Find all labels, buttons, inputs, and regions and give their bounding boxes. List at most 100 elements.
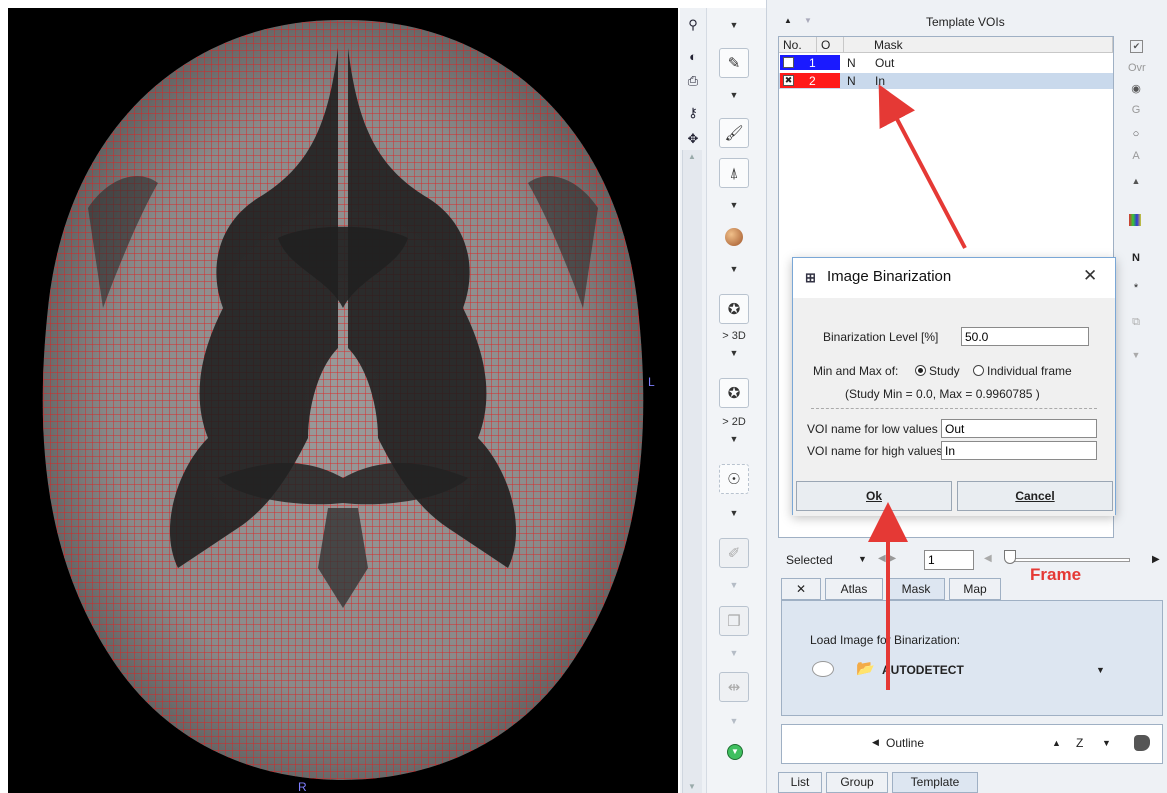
row-no: 1 xyxy=(809,56,816,70)
vertical-scrollbar[interactable]: ▲ ▼ xyxy=(682,150,702,793)
crosshair-icon[interactable]: ✥ xyxy=(684,130,702,148)
eraser-tool-button[interactable]: ✐ xyxy=(719,538,749,568)
radio-individual-frame[interactable]: Individual frame xyxy=(973,364,1072,378)
eraser-icon: ✐ xyxy=(727,545,741,562)
table-row[interactable]: ✖ 2 N In xyxy=(779,73,1113,89)
2d-voi-icon: ✪ xyxy=(727,385,741,402)
high-values-label: VOI name for high values xyxy=(807,444,943,458)
row-checkbox[interactable]: ✖ xyxy=(783,75,794,86)
low-values-label: VOI name for low values xyxy=(807,422,938,436)
voi-table-title: Template VOIs xyxy=(926,15,1005,29)
ovr-label: Ovr xyxy=(1128,62,1146,74)
frame-slider-thumb[interactable] xyxy=(1004,550,1016,564)
3d-shape-icon[interactable] xyxy=(1134,735,1150,751)
region-tool-button[interactable]: ⍋ xyxy=(719,158,749,188)
low-values-input[interactable] xyxy=(941,419,1097,438)
3d-voi-icon: ✪ xyxy=(727,301,741,318)
row-o: N xyxy=(847,56,856,70)
apply-icon[interactable]: ▼ xyxy=(727,744,743,760)
contrast-icon[interactable]: ◐ xyxy=(684,48,702,66)
chevron-down-icon[interactable]: ▼ xyxy=(858,554,867,564)
move-down-icon[interactable]: ▼ xyxy=(1128,350,1144,360)
3d-voi-button[interactable]: ✪ xyxy=(719,294,749,324)
dialog-titlebar[interactable]: ⊞ Image Binarization ✕ xyxy=(793,258,1115,298)
slider-right-icon[interactable]: ▶ xyxy=(1152,554,1160,565)
radio-ovr-icon[interactable]: ◉ xyxy=(1128,82,1144,95)
radio-g-icon[interactable]: ○ xyxy=(1128,128,1144,140)
cube-tool-button[interactable]: ❒ xyxy=(719,606,749,636)
row-name[interactable]: Out xyxy=(875,55,894,71)
collapse-up-icon[interactable]: ▲ xyxy=(784,16,792,25)
chevron-down-icon[interactable]: ▼ xyxy=(729,200,739,210)
cancel-button[interactable]: Cancel xyxy=(957,481,1113,511)
tab-map[interactable]: Map xyxy=(949,578,1001,600)
prev-frame-icon[interactable]: ◀ ▶ xyxy=(878,553,896,564)
column-header-mask[interactable]: Mask xyxy=(844,37,1113,53)
axis-label[interactable]: Z xyxy=(1076,736,1083,750)
load-image-label: Load Image for Binarization: xyxy=(810,633,961,647)
image-viewport[interactable]: L R xyxy=(8,8,678,793)
row-name[interactable]: In xyxy=(875,73,885,89)
binarization-level-input[interactable] xyxy=(961,327,1089,346)
scroll-up-icon[interactable]: ▲ xyxy=(688,152,696,161)
cloud-icon[interactable] xyxy=(812,661,834,677)
selected-label[interactable]: Selected xyxy=(786,553,833,567)
tab-group[interactable]: Group xyxy=(826,772,888,793)
print-icon[interactable]: ⎙ xyxy=(684,72,702,90)
overlay-checkbox[interactable]: ✔ xyxy=(1130,40,1143,53)
row-no: 2 xyxy=(809,74,816,88)
radio-study[interactable]: Study xyxy=(915,364,960,378)
chevron-down-icon[interactable]: ▼ xyxy=(729,716,739,726)
slider-left-icon[interactable]: ◀ xyxy=(984,553,992,564)
tab-mask[interactable]: Mask xyxy=(887,578,945,600)
key-icon[interactable]: ⚷ xyxy=(684,104,702,122)
collapse-down-icon[interactable]: ▼ xyxy=(804,16,812,25)
high-values-input[interactable] xyxy=(941,441,1097,460)
outline-label[interactable]: Outline xyxy=(886,736,924,750)
close-icon[interactable]: ✕ xyxy=(1083,266,1097,286)
n-label[interactable]: N xyxy=(1128,252,1144,264)
column-header-no[interactable]: No. xyxy=(779,37,817,53)
tab-atlas[interactable]: Atlas xyxy=(825,578,883,600)
chevron-down-icon[interactable]: ▼ xyxy=(729,20,739,30)
chevron-up-icon[interactable]: ▲ xyxy=(1052,738,1061,748)
a-label: A xyxy=(1132,150,1140,162)
chevron-down-icon[interactable]: ▼ xyxy=(729,90,739,100)
row-checkbox[interactable] xyxy=(783,57,794,68)
chevron-down-icon[interactable]: ▼ xyxy=(729,348,739,358)
minmax-label: Min and Max of: xyxy=(813,364,899,378)
move-up-icon[interactable]: ▲ xyxy=(1128,176,1144,186)
column-header-o[interactable]: O xyxy=(817,37,844,53)
chevron-down-icon[interactable]: ▼ xyxy=(729,648,739,658)
voi-edit-tool-button[interactable]: ✎ xyxy=(719,48,749,78)
chevron-down-icon[interactable]: ▼ xyxy=(729,264,739,274)
tab-list[interactable]: List xyxy=(778,772,822,793)
mirror-tool-button[interactable]: ⇹ xyxy=(719,672,749,702)
chevron-down-icon[interactable]: ▼ xyxy=(1102,738,1111,748)
brush-tool-button[interactable]: 🖌 xyxy=(719,118,749,148)
chevron-down-icon[interactable]: ▼ xyxy=(1096,665,1105,675)
ok-button[interactable]: Ok xyxy=(796,481,952,511)
binarize-icon: ☉ xyxy=(727,471,741,488)
color-palette-icon[interactable] xyxy=(1129,214,1141,226)
source-value[interactable]: AUTODETECT xyxy=(882,663,964,677)
star-label[interactable]: * xyxy=(1128,282,1144,294)
scroll-down-icon[interactable]: ▼ xyxy=(688,782,696,791)
chevron-down-icon[interactable]: ▼ xyxy=(729,434,739,444)
binarize-tool-button[interactable]: ☉ xyxy=(719,464,749,494)
frame-number-input[interactable] xyxy=(924,550,974,570)
copy-icon[interactable]: ⧉ xyxy=(1128,316,1144,329)
folder-open-icon[interactable]: 📂 xyxy=(856,659,875,677)
layout-icon[interactable]: ⚲ xyxy=(684,16,702,34)
tab-template[interactable]: Template xyxy=(892,772,978,793)
chevron-down-icon[interactable]: ▼ xyxy=(729,508,739,518)
voi-tools-strip: ▼ ✎ ▼ 🖌 ⍋ ▼ ▼ ✪ > 3D ▼ ✪ > 2D ▼ ☉ ▼ ✐ ▼ … xyxy=(706,8,766,793)
2d-voi-button[interactable]: ✪ xyxy=(719,378,749,408)
frame-slider[interactable] xyxy=(1006,558,1130,562)
chevron-left-icon[interactable]: ◀ xyxy=(872,737,879,748)
sphere-icon[interactable] xyxy=(725,228,743,246)
study-info: (Study Min = 0.0, Max = 0.9960785 ) xyxy=(845,387,1040,401)
tab-close[interactable]: ✕ xyxy=(781,578,821,600)
chevron-down-icon[interactable]: ▼ xyxy=(729,580,739,590)
table-row[interactable]: 1 N Out xyxy=(779,55,1113,71)
